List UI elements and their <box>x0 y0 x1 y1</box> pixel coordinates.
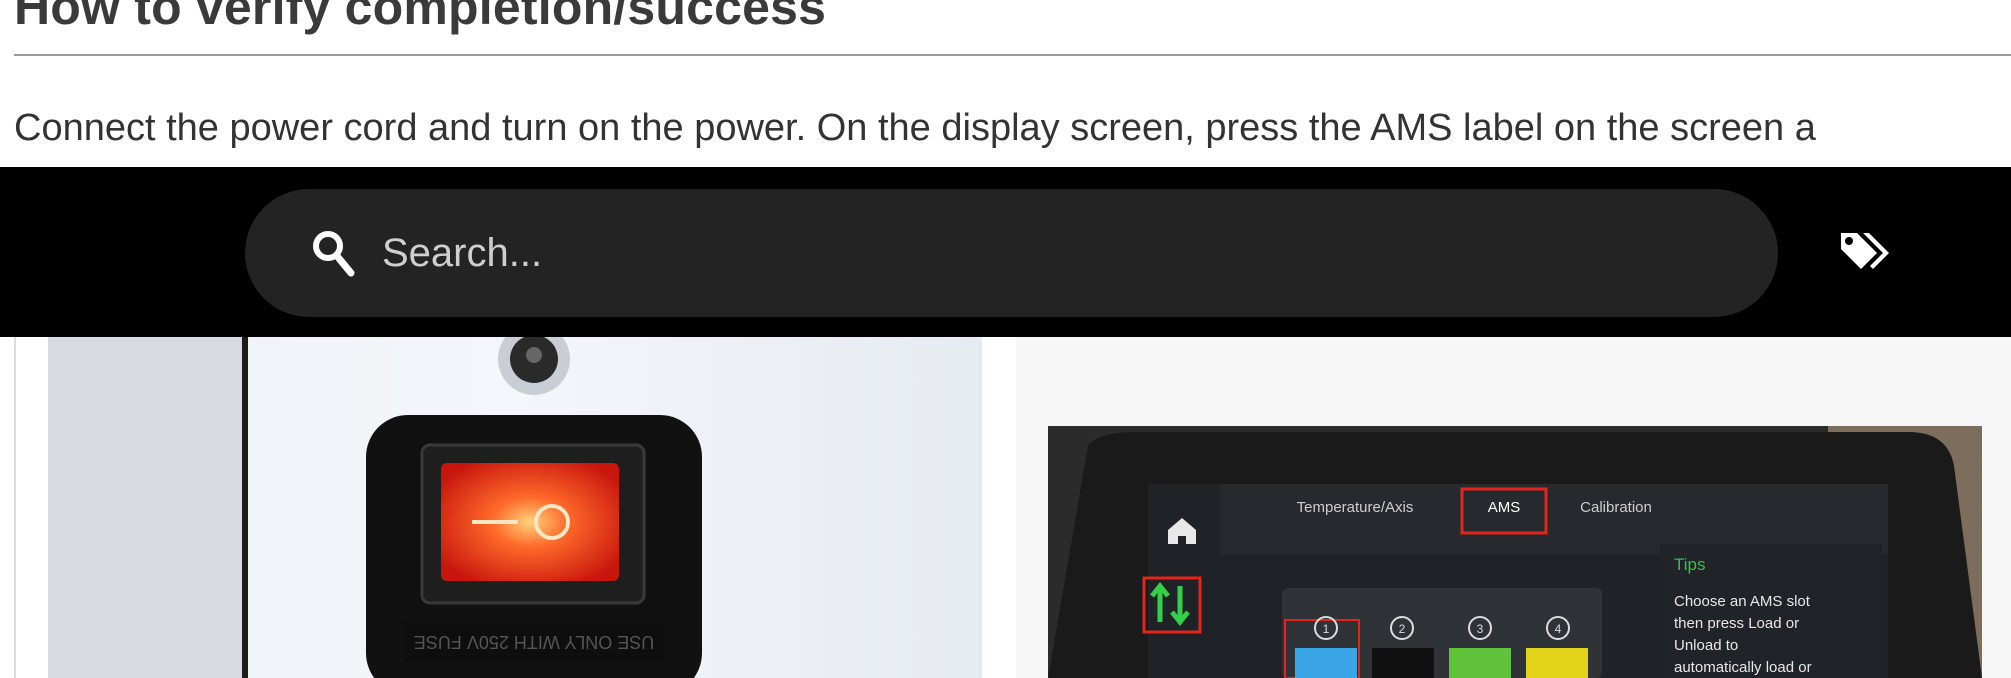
instruction-text: Connect the power cord and turn on the p… <box>14 107 1816 149</box>
section-title: How to verify completion/success <box>14 0 827 35</box>
display-tips-line: Choose an AMS slot <box>1674 593 1811 610</box>
display-slot-color <box>1449 648 1511 678</box>
display-tab-calibration: Calibration <box>1580 499 1652 516</box>
display-slot-color <box>1295 648 1357 678</box>
top-search-bar <box>0 167 2011 337</box>
display-slot-number: 1 <box>1323 622 1330 636</box>
display-slot-number: 4 <box>1555 622 1562 636</box>
search-input[interactable] <box>382 215 1682 291</box>
tags-icon[interactable] <box>1837 227 1893 277</box>
display-slot-number: 2 <box>1399 622 1406 636</box>
power-switch-photo: USE ONLY WITH 250V FUSE <box>48 337 982 678</box>
display-slot-color <box>1372 648 1434 678</box>
display-tab-temperature: Temperature/Axis <box>1297 499 1414 516</box>
display-tips-line: then press Load or <box>1674 615 1799 632</box>
display-slot-number: 3 <box>1477 622 1484 636</box>
search-box[interactable] <box>245 189 1778 317</box>
printer-display-photo: Temperature/Axis AMS Calibration 1 2 3 4… <box>1048 426 1982 678</box>
display-tips-title: Tips <box>1674 555 1706 574</box>
display-tips-line: automatically load or <box>1674 659 1812 676</box>
switch-fuse-label: USE ONLY WITH 250V FUSE <box>414 632 654 652</box>
title-divider <box>14 54 2011 56</box>
search-icon <box>313 231 355 277</box>
display-slot-color <box>1526 648 1588 678</box>
display-tab-ams: AMS <box>1488 499 1521 516</box>
display-tips-line: Unload to <box>1674 637 1738 654</box>
